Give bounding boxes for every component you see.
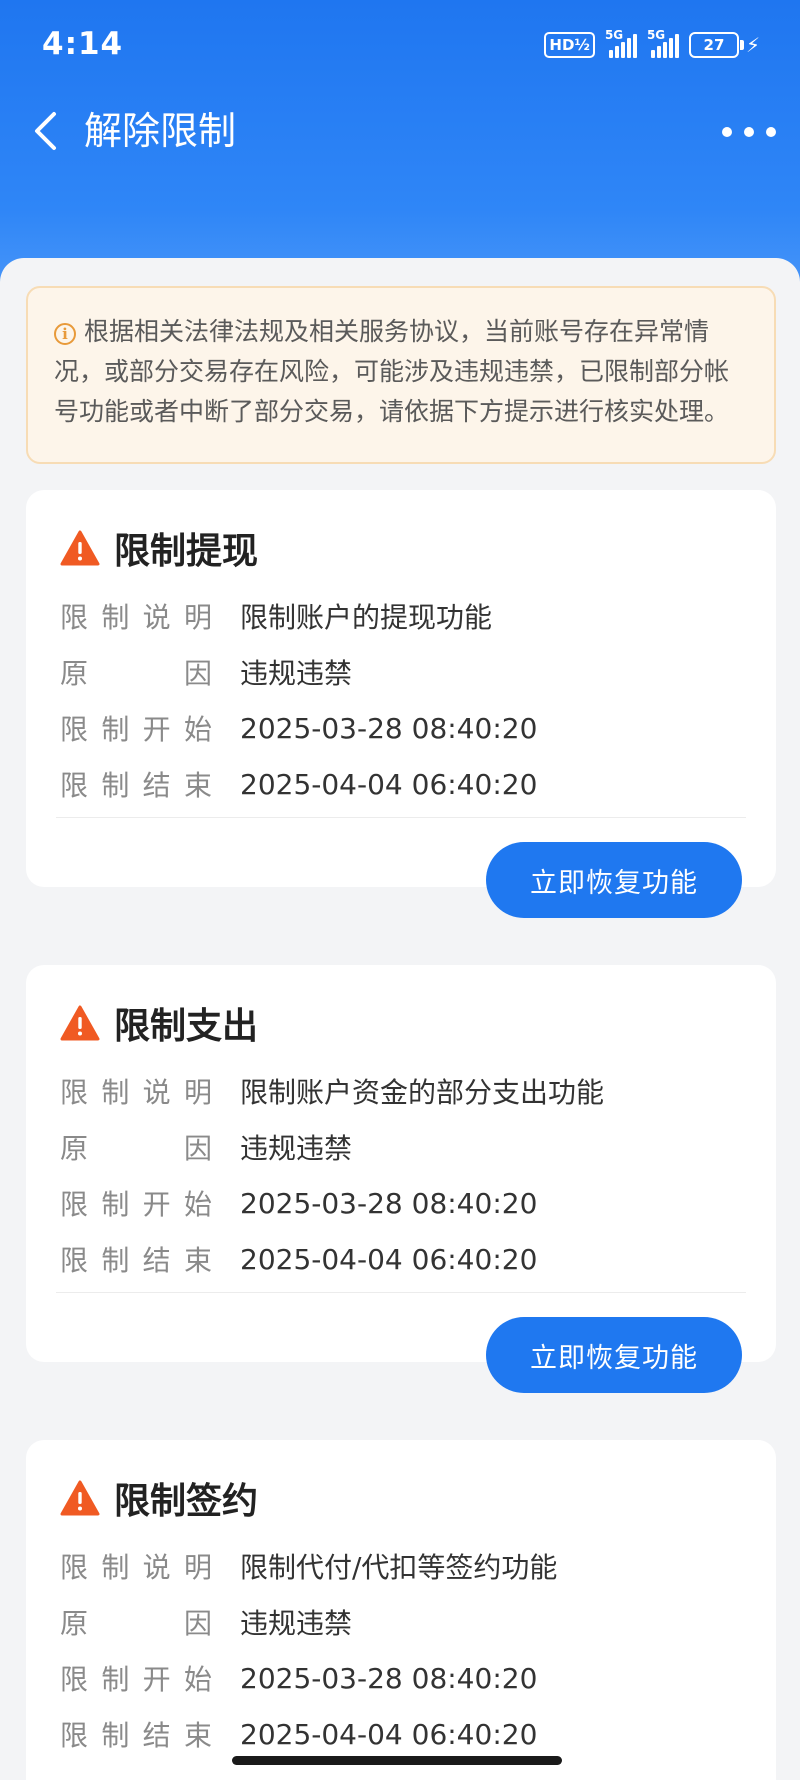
more-dots-icon — [722, 127, 732, 137]
signal-strength-icon: 5G — [605, 28, 637, 58]
detail-row-end: 限制结束 2025-04-04 06:40:20 — [60, 1714, 537, 1754]
signal-network-label-2: 5G — [646, 28, 666, 42]
nav-bar: 解除限制 — [0, 92, 800, 172]
row-value: 2025-04-04 06:40:20 — [240, 767, 538, 801]
row-value: 限制账户资金的部分支出功能 — [240, 1076, 605, 1109]
row-label: 限制说明 — [60, 1551, 214, 1584]
detail-row-end: 限制结束 2025-04-04 06:40:20 — [60, 764, 537, 804]
row-label: 限制说明 — [60, 1076, 214, 1109]
row-label: 限制开始 — [60, 1663, 214, 1696]
detail-row-start: 限制开始 2025-03-28 08:40:20 — [60, 1183, 537, 1223]
back-button[interactable] — [20, 106, 70, 156]
row-label: 原因 — [60, 1132, 214, 1165]
row-value: 违规违禁 — [240, 1607, 353, 1640]
card-title: 限制支出 — [114, 1006, 259, 1047]
restriction-card-withdraw: 限制提现 限制说明 限制账户的提现功能 原因 违规违禁 限制开始 2025-03… — [26, 490, 776, 918]
row-value: 违规违禁 — [240, 657, 353, 690]
row-label: 限制说明 — [60, 601, 214, 634]
row-value: 限制代付/代扣等签约功能 — [240, 1551, 558, 1584]
restore-function-button[interactable]: 立即恢复功能 — [486, 842, 742, 918]
detail-row-reason: 原因 违规违禁 — [60, 1127, 352, 1167]
card-header: 限制提现 — [60, 524, 258, 572]
warning-icon — [60, 530, 100, 566]
notice-text: 根据相关法律法规及相关服务协议，当前账号存在异常情况，或部分交易存在风险，可能涉… — [54, 317, 730, 426]
chevron-left-icon — [35, 112, 56, 150]
more-options-button[interactable] — [722, 110, 776, 154]
row-value: 2025-04-04 06:40:20 — [240, 1717, 538, 1751]
charging-icon: ⚡ — [745, 33, 760, 57]
row-value: 违规违禁 — [240, 1132, 353, 1165]
status-indicators: HD½ 5G 5G 27 ⚡ — [544, 28, 760, 62]
battery-icon: 27 ⚡ — [688, 32, 760, 58]
hd-voice-badge: HD½ — [544, 32, 595, 58]
row-label: 限制结束 — [60, 1719, 214, 1752]
row-value: 2025-03-28 08:40:20 — [240, 711, 538, 745]
row-label: 限制结束 — [60, 769, 214, 802]
row-value: 2025-03-28 08:40:20 — [240, 1661, 538, 1695]
detail-row-end: 限制结束 2025-04-04 06:40:20 — [60, 1239, 537, 1279]
status-time: 4:14 — [42, 26, 124, 62]
battery-level: 27 — [703, 36, 725, 54]
card-header: 限制支出 — [60, 999, 258, 1047]
content-sheet: i 根据相关法律法规及相关服务协议，当前账号存在异常情况，或部分交易存在风险，可能… — [0, 258, 800, 1780]
home-indicator[interactable] — [232, 1756, 562, 1765]
status-bar: 4:14 HD½ 5G 5G 27 ⚡ — [0, 0, 800, 92]
signal-network-label: 5G — [604, 28, 624, 42]
detail-row-start: 限制开始 2025-03-28 08:40:20 — [60, 708, 537, 748]
row-label: 限制开始 — [60, 1188, 214, 1221]
divider — [56, 1292, 746, 1293]
card-header: 限制签约 — [60, 1474, 258, 1522]
detail-row-start: 限制开始 2025-03-28 08:40:20 — [60, 1658, 537, 1698]
restriction-notice: i 根据相关法律法规及相关服务协议，当前账号存在异常情况，或部分交易存在风险，可能… — [26, 286, 776, 464]
card-title: 限制提现 — [114, 531, 259, 572]
warning-icon — [60, 1480, 100, 1516]
divider — [56, 817, 746, 818]
restriction-card-spending: 限制支出 限制说明 限制账户资金的部分支出功能 原因 违规违禁 限制开始 202… — [26, 965, 776, 1393]
detail-row-reason: 原因 违规违禁 — [60, 1602, 352, 1642]
row-label: 原因 — [60, 1607, 214, 1640]
row-label: 限制结束 — [60, 1244, 214, 1277]
row-label: 限制开始 — [60, 713, 214, 746]
row-value: 2025-04-04 06:40:20 — [240, 1242, 538, 1276]
detail-row-desc: 限制说明 限制账户资金的部分支出功能 — [60, 1071, 604, 1111]
detail-row-desc: 限制说明 限制代付/代扣等签约功能 — [60, 1546, 557, 1586]
row-label: 原因 — [60, 657, 214, 690]
detail-row-desc: 限制说明 限制账户的提现功能 — [60, 596, 492, 636]
warning-icon — [60, 1005, 100, 1041]
detail-row-reason: 原因 违规违禁 — [60, 652, 352, 692]
signal-strength-icon-2: 5G — [647, 28, 679, 58]
restore-function-button[interactable]: 立即恢复功能 — [486, 1317, 742, 1393]
row-value: 限制账户的提现功能 — [240, 601, 493, 634]
page-title: 解除限制 — [84, 109, 237, 153]
row-value: 2025-03-28 08:40:20 — [240, 1186, 538, 1220]
card-title: 限制签约 — [114, 1481, 259, 1522]
info-icon: i — [54, 323, 76, 345]
restriction-card-signing: 限制签约 限制说明 限制代付/代扣等签约功能 原因 违规违禁 限制开始 2025… — [26, 1440, 776, 1780]
